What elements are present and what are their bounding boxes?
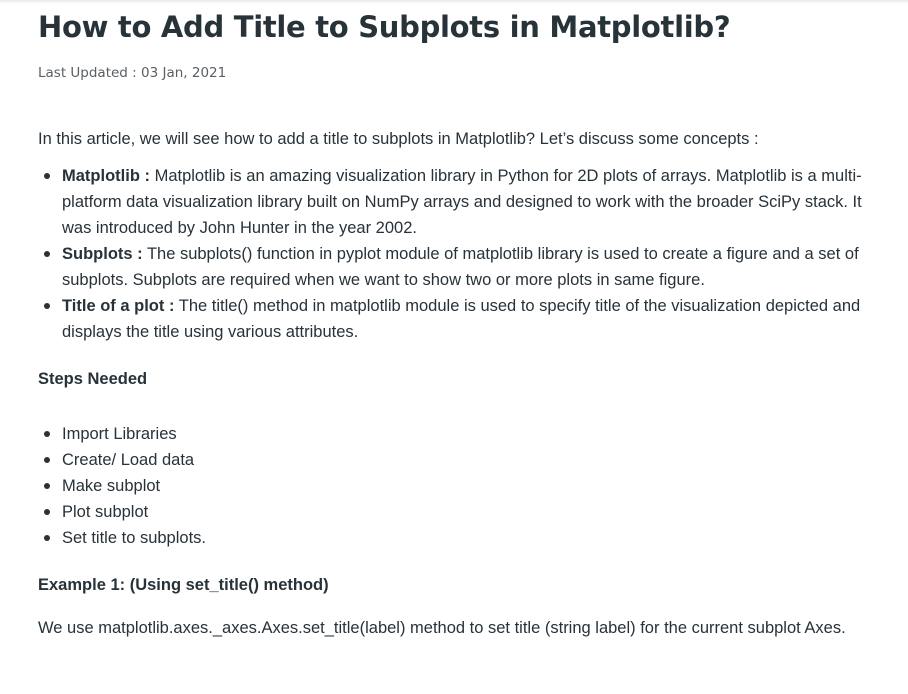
list-item: Make subplot xyxy=(38,473,638,499)
example-heading: Example 1: (Using set_title() method) xyxy=(38,576,329,594)
concepts-list: Matplotlib : Matplotlib is an amazing vi… xyxy=(38,163,868,345)
concept-description: The subplots() function in pyplot module… xyxy=(62,245,859,289)
concept-term: Matplotlib : xyxy=(62,167,150,185)
last-updated-text: Last Updated : 03 Jan, 2021 xyxy=(38,65,227,81)
list-item: Create/ Load data xyxy=(38,447,638,473)
list-item: Subplots : The subplots() function in py… xyxy=(38,241,868,293)
list-item: Import Libraries xyxy=(38,421,638,447)
concept-description: Matplotlib is an amazing visualization l… xyxy=(62,167,862,237)
list-item: Matplotlib : Matplotlib is an amazing vi… xyxy=(38,163,868,241)
concept-term: Title of a plot : xyxy=(62,297,175,315)
example-paragraph: We use matplotlib.axes._axes.Axes.set_ti… xyxy=(38,619,846,637)
steps-heading: Steps Needed xyxy=(38,370,148,388)
list-item: Title of a plot : The title() method in … xyxy=(38,293,868,345)
list-item: Plot subplot xyxy=(38,499,638,525)
header-shadow xyxy=(0,0,908,4)
intro-paragraph: In this article, we will see how to add … xyxy=(38,130,759,148)
steps-list: Import Libraries Create/ Load data Make … xyxy=(38,421,638,551)
concept-description: The title() method in matplotlib module … xyxy=(62,297,861,341)
article-title: How to Add Title to Subplots in Matplotl… xyxy=(38,10,731,44)
list-item: Set title to subplots. xyxy=(38,525,638,551)
concept-term: Subplots : xyxy=(62,245,143,263)
